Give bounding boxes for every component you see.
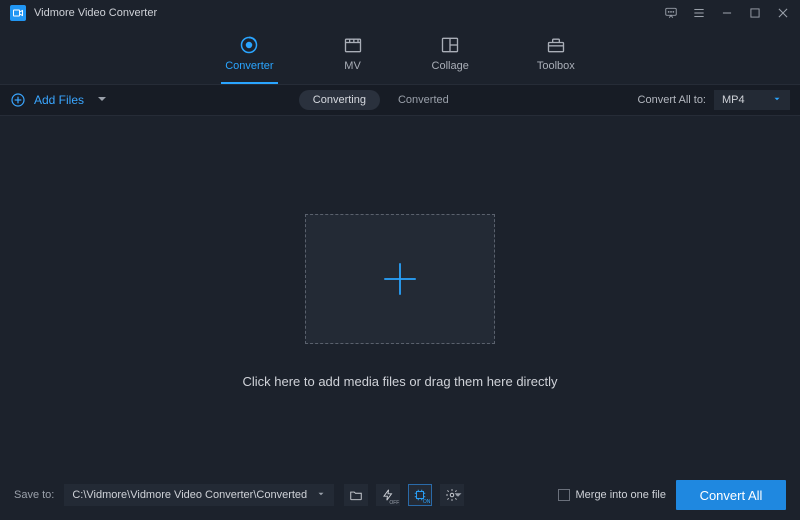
main-nav: Converter MV Collage Toolbox xyxy=(0,25,800,84)
save-to-label: Save to: xyxy=(14,489,54,501)
settings-button[interactable] xyxy=(440,484,464,506)
dropzone-hint: Click here to add media files or drag th… xyxy=(242,374,557,389)
chevron-down-icon xyxy=(772,94,782,107)
save-path-dropdown[interactable]: C:\Vidmore\Vidmore Video Converter\Conve… xyxy=(64,484,334,506)
conversion-status-tabs: Converting Converted xyxy=(299,90,449,110)
add-files-label: Add Files xyxy=(34,93,84,107)
workspace: Click here to add media files or drag th… xyxy=(0,116,800,486)
close-icon[interactable] xyxy=(776,6,790,20)
maximize-icon[interactable] xyxy=(748,6,762,20)
convert-all-label: Convert All xyxy=(700,488,763,503)
chevron-down-icon xyxy=(94,91,110,110)
checkbox-icon xyxy=(558,489,570,501)
tab-collage-label: Collage xyxy=(432,60,469,72)
chevron-down-icon xyxy=(316,489,326,502)
toolbar: Add Files Converting Converted Convert A… xyxy=(0,84,800,116)
tab-converted[interactable]: Converted xyxy=(398,94,449,106)
window-controls xyxy=(664,6,790,20)
tab-converting[interactable]: Converting xyxy=(299,90,380,110)
save-path-value: C:\Vidmore\Vidmore Video Converter\Conve… xyxy=(72,489,307,501)
menu-icon[interactable] xyxy=(692,6,706,20)
add-files-button[interactable]: Add Files xyxy=(10,91,110,110)
app-logo-icon xyxy=(10,5,26,21)
tab-converter-label: Converter xyxy=(225,60,273,72)
merge-label: Merge into one file xyxy=(576,489,667,501)
merge-into-one-file-checkbox[interactable]: Merge into one file xyxy=(558,489,667,501)
tab-converter[interactable]: Converter xyxy=(221,31,277,84)
tab-toolbox-label: Toolbox xyxy=(537,60,575,72)
tab-collage[interactable]: Collage xyxy=(428,31,473,84)
output-format-value: MP4 xyxy=(722,94,745,106)
convert-all-to: Convert All to: MP4 xyxy=(638,90,790,110)
feedback-icon[interactable] xyxy=(664,6,678,20)
high-speed-toggle[interactable]: OFF xyxy=(376,484,400,506)
add-media-dropzone[interactable] xyxy=(305,214,495,344)
chevron-down-icon xyxy=(451,488,465,507)
footer: Save to: C:\Vidmore\Vidmore Video Conver… xyxy=(0,470,800,520)
output-format-dropdown[interactable]: MP4 xyxy=(714,90,790,110)
tab-mv-label: MV xyxy=(344,60,361,72)
app-title: Vidmore Video Converter xyxy=(34,7,157,19)
hardware-accel-toggle[interactable]: ON xyxy=(408,484,432,506)
tab-toolbox[interactable]: Toolbox xyxy=(533,31,579,84)
convert-all-to-label: Convert All to: xyxy=(638,94,706,106)
titlebar: Vidmore Video Converter xyxy=(0,0,800,25)
open-folder-button[interactable] xyxy=(344,484,368,506)
footer-tool-icons: OFF ON xyxy=(344,484,464,506)
minimize-icon[interactable] xyxy=(720,6,734,20)
convert-all-button[interactable]: Convert All xyxy=(676,480,786,510)
tab-mv[interactable]: MV xyxy=(338,31,368,84)
